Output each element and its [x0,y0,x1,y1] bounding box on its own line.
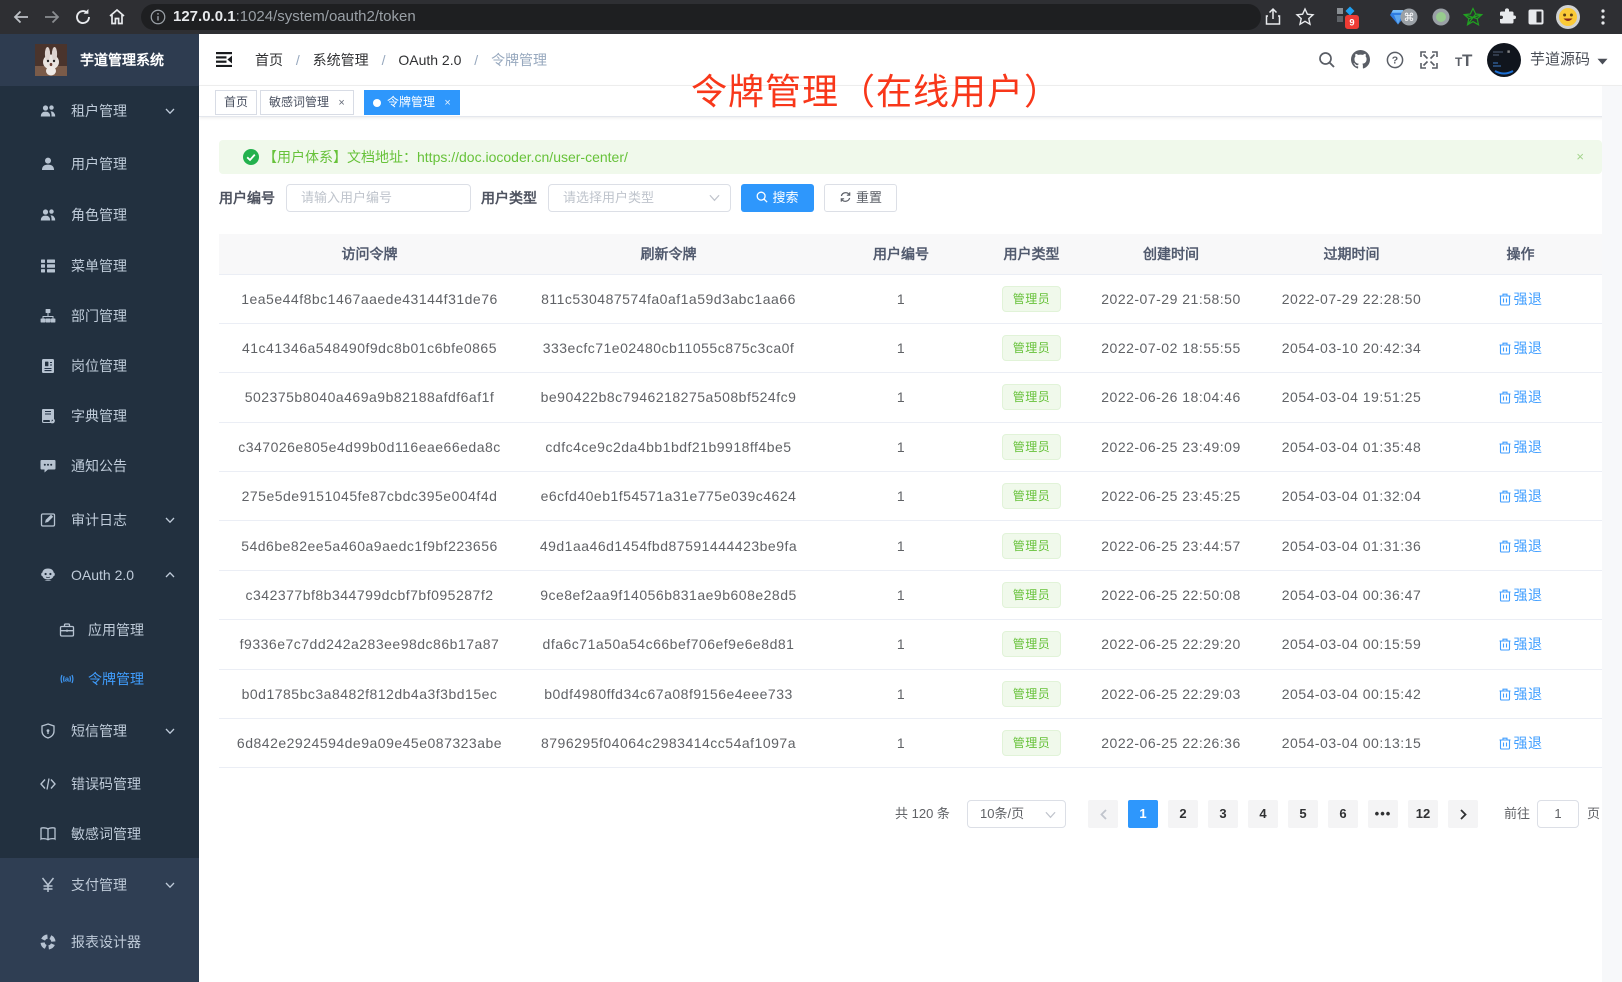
svg-text:T: T [1462,51,1473,70]
svg-text:9: 9 [1349,18,1354,28]
svg-text:?: ? [1392,55,1398,67]
svg-text:■: ■ [1507,49,1510,55]
svg-text:a: a [65,675,70,684]
svg-text:⌘: ⌘ [1404,12,1415,24]
